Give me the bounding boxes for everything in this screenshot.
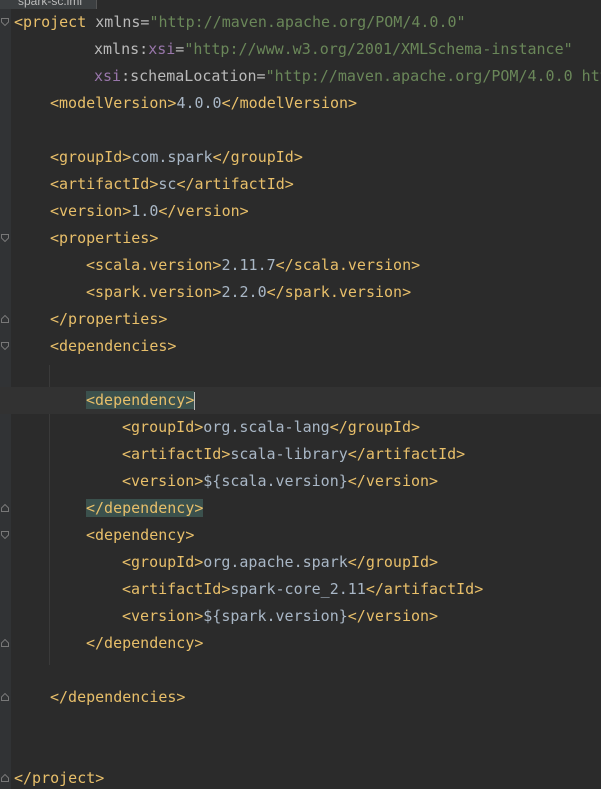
xml-text: 2.2.0	[221, 283, 267, 301]
xml-attr: =	[175, 40, 185, 58]
xml-attr: xmlns:	[94, 40, 149, 58]
xml-tag-highlighted: </dependency>	[86, 499, 204, 517]
code-line[interactable]: <version>1.0</version>	[0, 198, 601, 225]
xml-text: org.apache.spark	[203, 553, 348, 571]
xml-tag: <groupId>	[122, 553, 204, 571]
code-line[interactable]: <version>${spark.version}</version>	[0, 603, 601, 630]
xml-tag: </version>	[347, 607, 439, 625]
xml-tag-highlighted: <dependency>	[86, 391, 195, 409]
text-caret	[194, 391, 196, 410]
code-line-current[interactable]: <dependency>	[0, 387, 601, 414]
xml-text: 1.0	[131, 202, 159, 220]
xml-attr-value: "http://maven.apache.org/POM/4.0.0 http	[265, 67, 601, 85]
xml-tag: <project	[14, 13, 87, 31]
code-line[interactable]: <groupId>com.spark</groupId>	[0, 144, 601, 171]
xml-tag: <properties>	[50, 229, 159, 247]
xml-tag: </version>	[158, 202, 249, 220]
xml-tag: </spark.version>	[266, 283, 412, 301]
xml-text: scala-library	[230, 445, 348, 463]
code-line[interactable]: <version>${scala.version}</version>	[0, 468, 601, 495]
xml-attr: xmlns=	[86, 13, 150, 31]
xml-text: com.spark	[131, 148, 213, 166]
code-line[interactable]: <groupId>org.scala-lang</groupId>	[0, 414, 601, 441]
xml-tag: </groupId>	[212, 148, 303, 166]
xml-tag: <version>	[122, 472, 204, 490]
code-line[interactable]: </dependency>	[0, 630, 601, 657]
xml-text: org.scala-lang	[203, 418, 330, 436]
xml-text: 2.11.7	[221, 256, 276, 274]
code-line[interactable]: </properties>	[0, 306, 601, 333]
code-line[interactable]: <modelVersion>4.0.0</modelVersion>	[0, 90, 601, 117]
xml-attr: :schemaLocation=	[121, 67, 266, 85]
xml-text: spark-core_2.11	[230, 580, 366, 598]
code-line[interactable]: <artifactId>spark-core_2.11</artifactId>	[0, 576, 601, 603]
xml-tag: <dependencies>	[50, 337, 177, 355]
code-line[interactable]: xmlns:xsi="http://www.w3.org/2001/XMLSch…	[0, 36, 601, 63]
xml-tag: </artifactId>	[365, 580, 484, 598]
code-line[interactable]: </project>	[0, 765, 601, 789]
xml-tag: </project>	[14, 769, 105, 787]
xml-tag: <modelVersion>	[50, 94, 177, 112]
xml-tag: <groupId>	[50, 148, 132, 166]
xml-tag: <artifactId>	[122, 445, 231, 463]
code-line[interactable]: <project xmlns="http://maven.apache.org/…	[0, 9, 601, 36]
xml-tag: </modelVersion>	[221, 94, 358, 112]
xml-tag: <spark.version>	[86, 283, 222, 301]
code-line[interactable]: <artifactId>scala-library</artifactId>	[0, 441, 601, 468]
xml-namespace: xsi	[94, 67, 122, 85]
xml-tag: <artifactId>	[50, 175, 159, 193]
xml-tag: </version>	[347, 472, 439, 490]
xml-tag: <artifactId>	[122, 580, 231, 598]
xml-tag: </groupId>	[347, 553, 439, 571]
xml-tag: </dependencies>	[50, 688, 186, 706]
xml-tag: </dependency>	[86, 634, 204, 652]
code-line[interactable]: <dependency>	[0, 522, 601, 549]
tab-spark-sc-iml[interactable]: spark-sc.iml	[0, 0, 97, 9]
xml-tag: </artifactId>	[347, 445, 466, 463]
xml-tag: <scala.version>	[86, 256, 222, 274]
xml-text: ${scala.version}	[203, 472, 348, 490]
code-line[interactable]: <spark.version>2.2.0</spark.version>	[0, 279, 601, 306]
code-line[interactable]: </dependencies>	[0, 684, 601, 711]
code-line[interactable]: xsi:schemaLocation="http://maven.apache.…	[0, 63, 601, 90]
code-line[interactable]: <artifactId>sc</artifactId>	[0, 171, 601, 198]
xml-attr-value: "http://www.w3.org/2001/XMLSchema-instan…	[184, 40, 573, 58]
tab-label: spark-sc.iml	[18, 0, 83, 8]
xml-text: 4.0.0	[176, 94, 222, 112]
code-editor[interactable]: spark-sc.iml <project xmlns="http://mave…	[0, 0, 601, 789]
code-line[interactable]: <scala.version>2.11.7</scala.version>	[0, 252, 601, 279]
code-line[interactable]: <groupId>org.apache.spark</groupId>	[0, 549, 601, 576]
xml-namespace: xsi	[148, 40, 176, 58]
xml-tag: </artifactId>	[176, 175, 294, 193]
xml-tag: </groupId>	[329, 418, 421, 436]
xml-tag: <version>	[122, 607, 204, 625]
xml-tag: <groupId>	[122, 418, 204, 436]
xml-text: sc	[158, 175, 177, 193]
xml-tag: </properties>	[50, 310, 168, 328]
xml-tag: <version>	[50, 202, 132, 220]
xml-text: ${spark.version}	[203, 607, 348, 625]
code-line[interactable]: </dependency>	[0, 495, 601, 522]
code-line[interactable]: <dependencies>	[0, 333, 601, 360]
code-line[interactable]: <properties>	[0, 225, 601, 252]
xml-tag: <dependency>	[86, 526, 195, 544]
xml-attr-value: "http://maven.apache.org/POM/4.0.0"	[149, 13, 466, 31]
xml-tag: </scala.version>	[275, 256, 421, 274]
